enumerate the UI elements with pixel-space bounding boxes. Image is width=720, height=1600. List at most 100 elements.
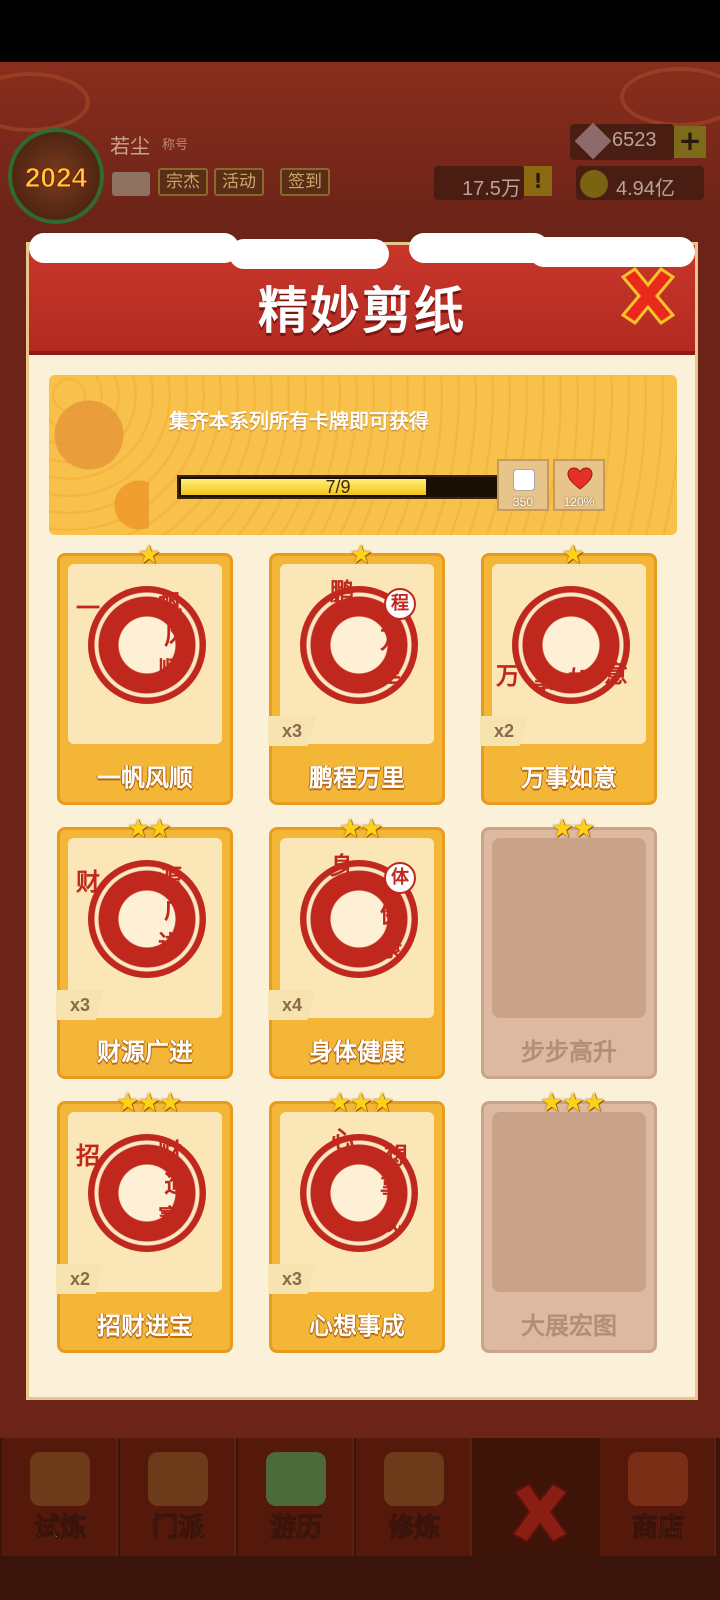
snow-decoration: [409, 233, 549, 263]
nav-close-icon[interactable]: [505, 1478, 575, 1548]
star-rating: ★: [561, 540, 584, 570]
snow-decoration: [29, 233, 239, 263]
coin-icon: [580, 170, 608, 198]
papercut-char: 财: [158, 1138, 182, 1166]
sect-icon: [148, 1452, 208, 1506]
star-rating: ★★: [550, 814, 596, 844]
nav-cultivate[interactable]: 修炼: [356, 1438, 472, 1556]
reward-dice-label: 350: [512, 495, 534, 509]
nav-trial-label: 试炼: [33, 1513, 86, 1544]
cloud-decoration: [620, 67, 720, 127]
card-name: 财源广进: [97, 1038, 193, 1066]
card-6[interactable]: ★★ 步步高升: [481, 814, 657, 1079]
papercut-char: 成: [378, 1208, 402, 1236]
card-name: 心想事成: [309, 1312, 405, 1340]
card-3[interactable]: 万事如意 ★ x2 万事如意: [480, 540, 657, 805]
papercut-char: 一: [76, 594, 100, 622]
player-avatar[interactable]: 2024: [8, 128, 104, 224]
sect-button[interactable]: 宗杰: [158, 168, 208, 196]
nav-shop-label: 商店: [631, 1513, 684, 1544]
status-bar: [0, 0, 720, 62]
progress-text: 7/9: [325, 477, 351, 497]
papercut-char: 進: [164, 1170, 188, 1198]
papercut-char: 健: [380, 900, 404, 928]
papercut-char: 广: [164, 896, 188, 924]
signin-button[interactable]: 签到: [280, 168, 330, 196]
papercut-char: 程: [384, 588, 416, 620]
papercut-char: 里: [378, 660, 402, 688]
card-name: 步步高升: [521, 1038, 617, 1066]
papercut-char: 帆: [158, 590, 182, 618]
gem-count: 6523: [612, 129, 657, 151]
papercut-char: 身: [330, 852, 354, 880]
card-5[interactable]: 身体健康 ★★ x4 身体健康: [268, 814, 445, 1079]
reward-dice[interactable]: 350: [497, 459, 549, 511]
card-8[interactable]: 心想事成 ★★★ x3 心想事成: [268, 1088, 445, 1353]
modal-header: 精妙剪纸: [29, 233, 695, 355]
card-name: 身体健康: [309, 1038, 405, 1066]
bottom-strip: [0, 1556, 720, 1600]
papercut-char: 体: [384, 862, 416, 894]
card-name: 一帆风顺: [97, 764, 193, 792]
card-name: 大展宏图: [521, 1312, 617, 1340]
add-gems-button[interactable]: +: [674, 126, 706, 158]
papercut-char: 康: [378, 934, 402, 962]
nav-travel[interactable]: 游历: [238, 1438, 354, 1556]
cultivate-icon: [384, 1452, 444, 1506]
card-name: 万事如意: [521, 764, 617, 792]
card-image-area: [492, 1112, 646, 1292]
activity-button[interactable]: 活动: [214, 168, 264, 196]
papercut-art: [88, 1134, 206, 1252]
card-name: 鹏程万里: [309, 764, 405, 792]
star-rating: ★★★: [328, 1088, 394, 1118]
nav-cultivate-label: 修炼: [387, 1513, 440, 1544]
papercut-char: 顺: [158, 656, 182, 684]
card-1[interactable]: 一帆风顺 ★ 一帆风顺: [57, 540, 233, 805]
papercut-char: 事: [380, 1174, 404, 1202]
star-rating: ★★: [126, 814, 172, 844]
card-name: 招财进宝: [97, 1312, 193, 1340]
modal-title: 精妙剪纸: [258, 282, 466, 340]
travel-icon: [266, 1452, 326, 1506]
collection-banner: 集齐本系列所有卡牌即可获得 7/9 350 120%: [49, 375, 677, 535]
papercut-char: 源: [158, 864, 182, 892]
collection-progress-bar: 7/9: [177, 475, 499, 499]
star-rating: ★★★: [540, 1088, 606, 1118]
star-rating: ★★★: [116, 1088, 182, 1118]
power-value: 17.5万: [462, 178, 521, 200]
nav-sect-label: 门派: [151, 1513, 204, 1544]
card-collection-modal: 精妙剪纸 集齐本系列所有卡牌即可获得 7/9 350 120% 一帆风顺 ★ 一帆风…: [26, 233, 698, 1400]
papercut-char: 财: [76, 868, 100, 896]
card-4[interactable]: 财源广进 ★★ x3 财源广进: [56, 814, 233, 1079]
reward-heart[interactable]: 120%: [553, 459, 605, 511]
papercut-char: 风: [164, 622, 188, 650]
papercut-char: 进: [158, 930, 182, 958]
mail-icon[interactable]: [112, 172, 150, 196]
reward-heart-label: 120%: [563, 495, 595, 509]
bottom-nav: 试炼 门派 游历 修炼 商店: [0, 1438, 720, 1556]
player-name: 若尘: [110, 134, 150, 158]
nav-travel-label: 游历: [269, 1513, 322, 1544]
dragon-icon: [49, 375, 149, 535]
snow-decoration: [529, 237, 695, 267]
star-rating: ★★: [338, 814, 384, 844]
card-image-area: 一 帆风顺: [68, 564, 222, 744]
nav-sect[interactable]: 门派: [120, 1438, 236, 1556]
trial-icon: [30, 1452, 90, 1506]
papercut-char: 想: [384, 1142, 408, 1170]
card-9[interactable]: ★★★ 大展宏图: [481, 1088, 657, 1353]
dice-icon: [513, 469, 535, 491]
papercut-char: 鹏: [330, 578, 354, 606]
papercut-art: [88, 860, 206, 978]
coin-count: 4.94亿: [616, 178, 675, 200]
papercut-char: 寶: [158, 1204, 182, 1232]
star-rating: ★: [349, 540, 372, 570]
card-2[interactable]: 鹏程万里 ★ x3 鹏程万里: [268, 540, 445, 805]
nav-trial[interactable]: 试炼: [2, 1438, 118, 1556]
card-7[interactable]: 招财進寶 ★★★ x2 招财进宝: [56, 1088, 233, 1353]
warning-button[interactable]: !: [524, 166, 552, 196]
papercut-char: 招: [76, 1142, 100, 1170]
nav-shop[interactable]: 商店: [600, 1438, 716, 1556]
papercut-char: 万: [380, 626, 404, 654]
close-icon[interactable]: [617, 265, 679, 327]
